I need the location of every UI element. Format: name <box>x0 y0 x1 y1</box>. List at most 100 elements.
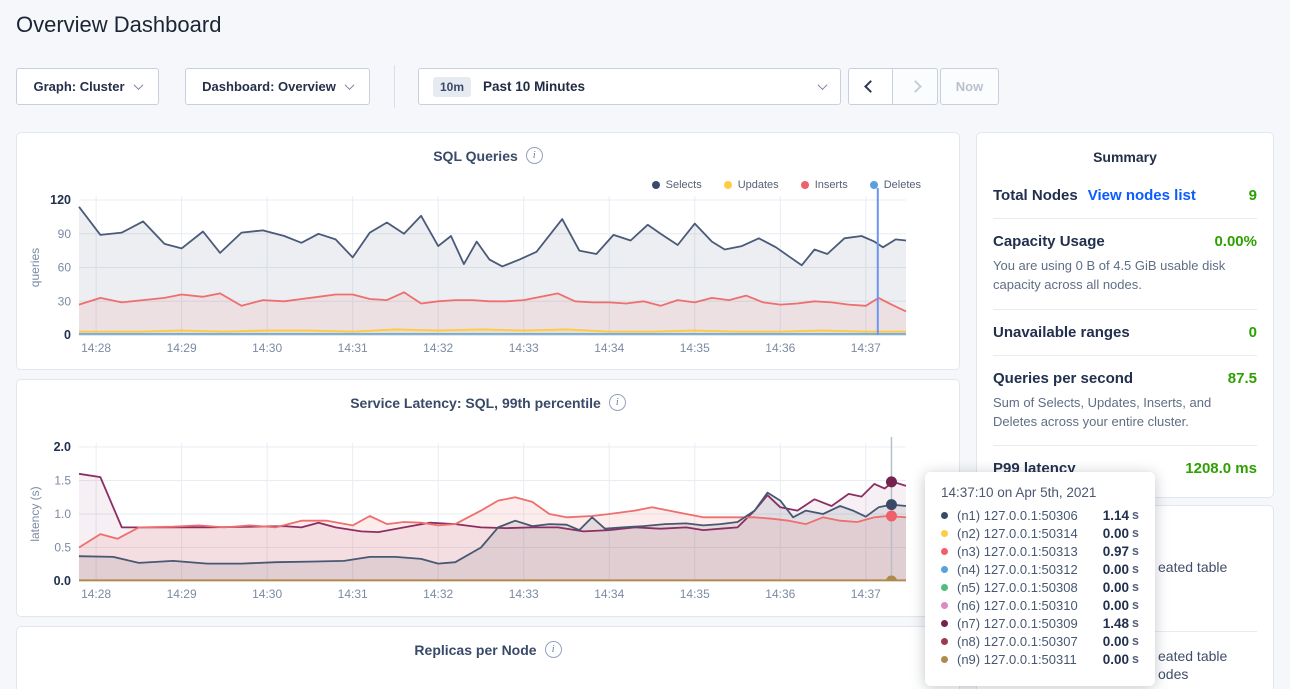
node-latency-value: 0.00 <box>1103 598 1129 613</box>
tooltip-node-row: (n4) 127.0.0.1:503120.00s <box>941 560 1139 578</box>
info-icon[interactable]: i <box>526 147 543 164</box>
legend-dot <box>652 181 660 189</box>
queries-per-second-label: Queries per second <box>993 370 1133 387</box>
node-latency-value: 1.48 <box>1103 616 1129 631</box>
x-axis-tick: 14:33 <box>509 587 539 601</box>
legend-label: Deletes <box>884 179 921 191</box>
service-latency-title: Service Latency: SQL, 99th percentile <box>350 395 601 411</box>
node-latency-unit: s <box>1132 634 1139 648</box>
chevron-down-icon <box>133 80 143 90</box>
x-axis-tick: 14:32 <box>423 587 453 601</box>
chart-hover-tooltip: 14:37:10 on Apr 5th, 2021 (n1) 127.0.0.1… <box>925 472 1155 686</box>
service-latency-chart[interactable]: 14:2814:2914:3014:3114:3214:3314:3414:35… <box>17 380 961 618</box>
node-latency-unit: s <box>1132 580 1139 594</box>
node-latency-value: 0.00 <box>1103 580 1129 595</box>
node-latency-value: 0.00 <box>1103 634 1129 649</box>
x-axis-tick: 14:28 <box>81 341 111 355</box>
page-title: Overview Dashboard <box>16 12 221 38</box>
legend-item-inserts[interactable]: Inserts <box>801 179 848 191</box>
time-prev-button[interactable] <box>848 68 893 105</box>
node-address: (n9) 127.0.0.1:50311 <box>957 652 1103 667</box>
x-axis-tick: 14:36 <box>765 587 795 601</box>
graph-scope-dropdown[interactable]: Graph: Cluster <box>16 68 159 105</box>
capacity-usage-value: 0.00% <box>1214 233 1257 250</box>
node-address: (n2) 127.0.0.1:50314 <box>957 526 1103 541</box>
info-icon[interactable]: i <box>609 394 626 411</box>
node-color-dot <box>941 566 948 573</box>
tooltip-timestamp: 14:37:10 on Apr 5th, 2021 <box>941 485 1139 500</box>
tooltip-node-row: (n9) 127.0.0.1:503110.00s <box>941 650 1139 668</box>
chevron-right-icon <box>909 80 922 93</box>
sql-queries-title: SQL Queries <box>433 148 518 164</box>
node-address: (n6) 127.0.0.1:50310 <box>957 598 1103 613</box>
legend-item-updates[interactable]: Updates <box>724 179 779 191</box>
node-latency-unit: s <box>1132 562 1139 576</box>
x-axis-tick: 14:30 <box>252 587 282 601</box>
hover-dot <box>886 499 897 510</box>
capacity-usage-label: Capacity Usage <box>993 233 1105 250</box>
node-address: (n7) 127.0.0.1:50309 <box>957 616 1103 631</box>
x-axis-tick: 14:30 <box>252 341 282 355</box>
legend-label: Updates <box>738 179 779 191</box>
x-axis-tick: 14:34 <box>594 341 624 355</box>
capacity-usage-description: You are using 0 B of 4.5 GiB usable disk… <box>993 257 1257 295</box>
legend-item-deletes[interactable]: Deletes <box>870 179 921 191</box>
time-next-button[interactable] <box>893 68 938 105</box>
event-row-fragment: eated table <box>1158 648 1227 664</box>
event-row-fragment: eated table <box>1158 559 1227 575</box>
y-axis-tick: 90 <box>58 227 72 241</box>
node-latency-unit: s <box>1132 508 1139 522</box>
x-axis-tick: 14:36 <box>765 341 795 355</box>
dashboard-label: Dashboard: Overview <box>202 79 336 94</box>
total-nodes-label: Total Nodes <box>993 187 1078 204</box>
y-axis-tick: 1.0 <box>54 507 71 521</box>
info-icon[interactable]: i <box>545 641 562 658</box>
y-axis-label: queries <box>28 248 42 287</box>
node-latency-unit: s <box>1132 526 1139 540</box>
sql-queries-chart[interactable]: 14:2814:2914:3014:3114:3214:3314:3414:35… <box>17 133 961 371</box>
legend-label: Selects <box>666 179 702 191</box>
chevron-down-icon <box>344 80 354 90</box>
chevron-down-icon <box>818 80 828 90</box>
y-axis-tick: 1.5 <box>54 474 71 488</box>
time-now-button[interactable]: Now <box>940 68 999 105</box>
node-address: (n8) 127.0.0.1:50307 <box>957 634 1103 649</box>
y-axis-tick: 120 <box>50 193 71 207</box>
sql-queries-legend: Selects Updates Inserts Deletes <box>652 179 921 191</box>
tooltip-node-row: (n7) 127.0.0.1:503091.48s <box>941 614 1139 632</box>
x-axis-tick: 14:32 <box>423 341 453 355</box>
y-axis-tick: 30 <box>58 294 72 308</box>
y-axis-tick: 0 <box>64 328 71 342</box>
node-latency-unit: s <box>1132 544 1139 558</box>
summary-title: Summary <box>993 149 1257 165</box>
unavailable-ranges-label: Unavailable ranges <box>993 324 1130 341</box>
queries-per-second-value: 87.5 <box>1228 370 1257 387</box>
time-range-badge: 10m <box>433 77 471 97</box>
p99-latency-value: 1208.0 ms <box>1185 460 1257 477</box>
y-axis-tick: 0.5 <box>54 541 71 555</box>
tooltip-node-row: (n3) 127.0.0.1:503130.97s <box>941 542 1139 560</box>
node-color-dot <box>941 548 948 555</box>
node-latency-value: 0.00 <box>1103 526 1129 541</box>
chevron-left-icon <box>864 80 877 93</box>
node-color-dot <box>941 656 948 663</box>
dashboard-dropdown[interactable]: Dashboard: Overview <box>185 68 370 105</box>
x-axis-tick: 14:33 <box>509 341 539 355</box>
tooltip-node-row: (n5) 127.0.0.1:503080.00s <box>941 578 1139 596</box>
view-nodes-list-link[interactable]: View nodes list <box>1088 187 1196 204</box>
x-axis-tick: 14:35 <box>680 587 710 601</box>
time-range-label: Past 10 Minutes <box>483 79 807 94</box>
y-axis-label: latency (s) <box>28 486 42 541</box>
legend-dot <box>870 181 878 189</box>
queries-per-second-description: Sum of Selects, Updates, Inserts, and De… <box>993 394 1257 432</box>
time-range-selector[interactable]: 10m Past 10 Minutes <box>418 68 841 105</box>
replicas-per-node-title: Replicas per Node <box>414 642 536 658</box>
node-latency-value: 0.00 <box>1103 562 1129 577</box>
summary-row-capacity-usage: Capacity Usage 0.00% You are using 0 B o… <box>993 219 1257 310</box>
event-row-fragment: odes <box>1158 666 1188 682</box>
node-latency-unit: s <box>1132 598 1139 612</box>
replicas-per-node-panel: Replicas per Node i <box>16 626 960 689</box>
summary-row-total-nodes: Total Nodes View nodes list 9 <box>993 173 1257 219</box>
legend-item-selects[interactable]: Selects <box>652 179 702 191</box>
summary-row-queries-per-second: Queries per second 87.5 Sum of Selects, … <box>993 356 1257 447</box>
